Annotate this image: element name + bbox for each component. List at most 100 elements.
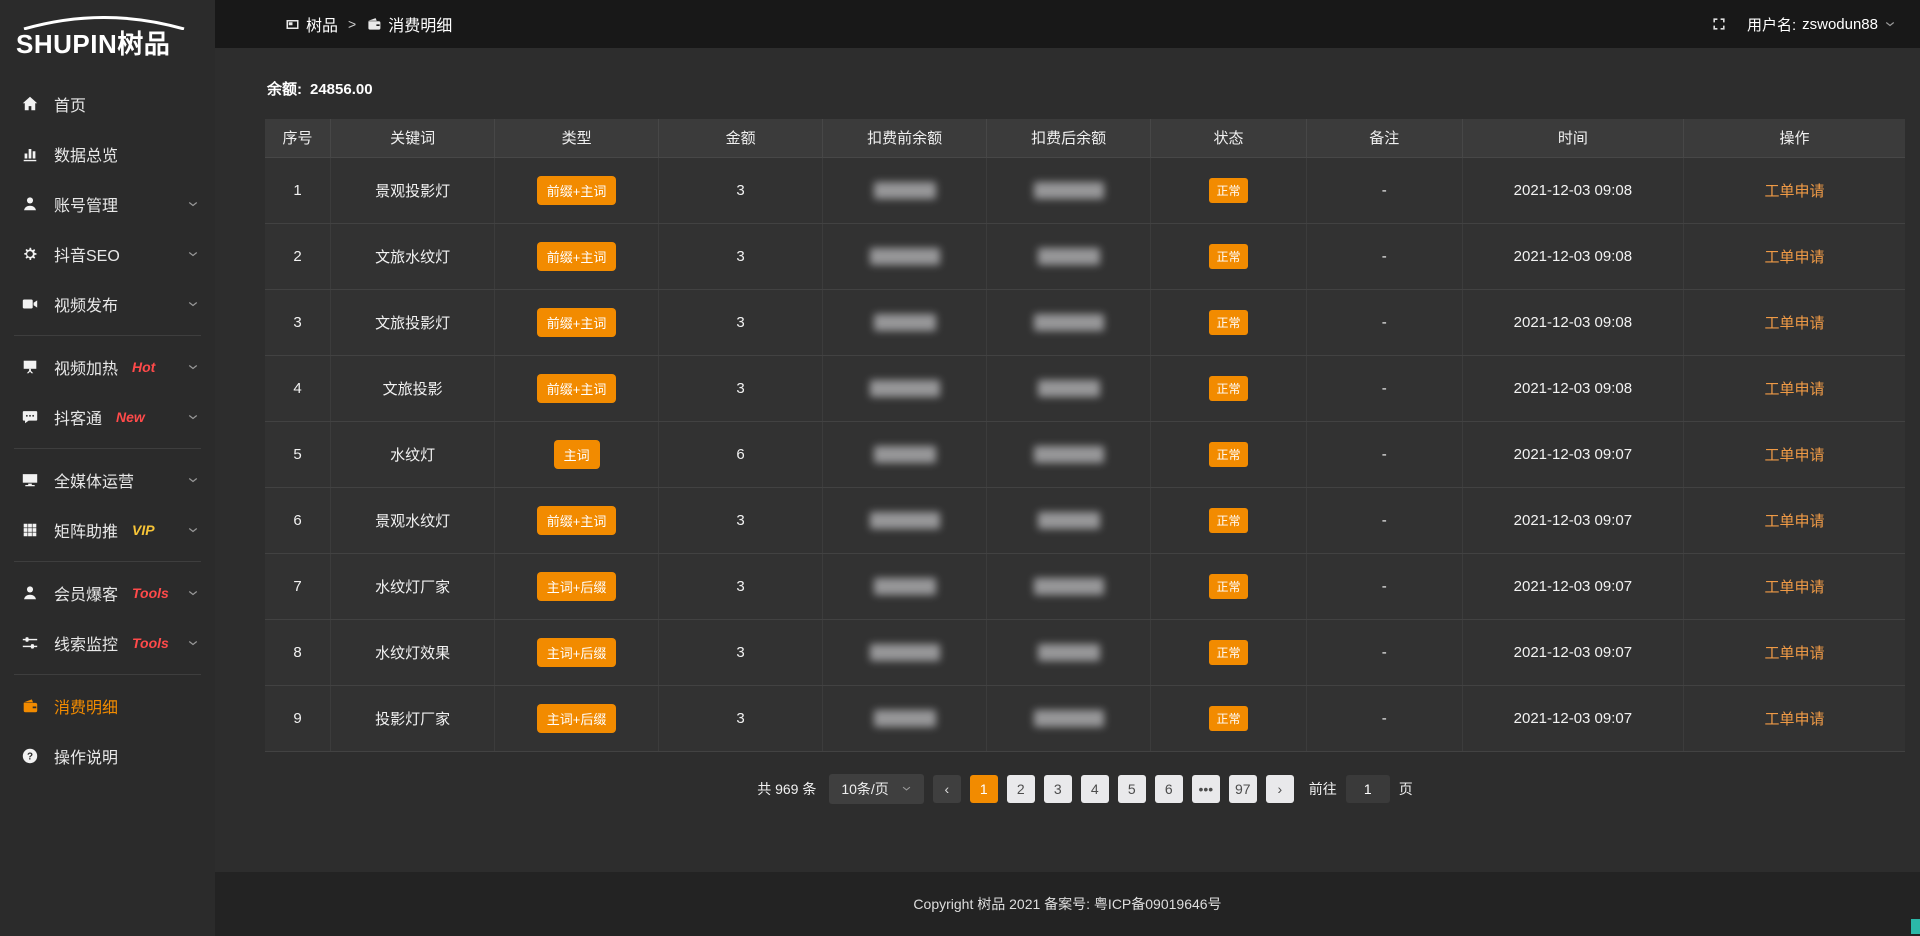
masked-balance-after — [1038, 644, 1100, 661]
cell-amount: 6 — [659, 421, 823, 487]
table-row: 5水纹灯主词6正常-2021-12-03 09:07工单申请 — [265, 421, 1905, 487]
work-order-link[interactable]: 工单申请 — [1765, 711, 1825, 728]
sidebar-item-抖客通[interactable]: 抖客通New — [0, 392, 215, 442]
work-order-link[interactable]: 工单申请 — [1765, 381, 1825, 398]
status-badge: 正常 — [1209, 442, 1247, 467]
sidebar-item-label: 消费明细 — [54, 694, 118, 718]
cell-type: 主词+后缀 — [495, 619, 659, 685]
cell-status: 正常 — [1151, 487, 1307, 553]
page-button-4[interactable]: 4 — [1081, 775, 1109, 803]
column-header-类型: 类型 — [495, 119, 659, 157]
sidebar-item-全媒体运营[interactable]: 全媒体运营 — [0, 455, 215, 505]
footer: Copyright 树品 2021 备案号: 粤ICP备09019646号 — [215, 872, 1920, 936]
cell-amount: 3 — [659, 553, 823, 619]
table-header-row: 序号关键词类型金额扣费前余额扣费后余额状态备注时间操作 — [265, 119, 1905, 157]
copyright-text: Copyright 树品 2021 备案号: 粤ICP备09019646号 — [913, 894, 1221, 914]
cell-status: 正常 — [1151, 355, 1307, 421]
monitor-icon — [20, 470, 40, 490]
cell-keyword: 文旅投影 — [331, 355, 495, 421]
cell-status: 正常 — [1151, 421, 1307, 487]
goto-page-input[interactable]: 1 — [1346, 775, 1390, 803]
page-button-5[interactable]: 5 — [1118, 775, 1146, 803]
type-badge: 前缀+主词 — [537, 176, 617, 205]
cell-time: 2021-12-03 09:08 — [1462, 157, 1683, 223]
sidebar-item-账号管理[interactable]: 账号管理 — [0, 179, 215, 229]
chevron-down-icon — [187, 248, 199, 260]
masked-balance-before — [874, 314, 936, 331]
column-header-时间: 时间 — [1462, 119, 1683, 157]
goto-label: 前往 — [1309, 779, 1337, 799]
gear-icon — [20, 244, 40, 264]
page-button-3[interactable]: 3 — [1044, 775, 1072, 803]
cell-amount: 3 — [659, 355, 823, 421]
cell-keyword: 水纹灯 — [331, 421, 495, 487]
sidebar-item-会员爆客[interactable]: 会员爆客Tools — [0, 568, 215, 618]
cell-balance-before — [823, 157, 987, 223]
work-order-link[interactable]: 工单申请 — [1765, 447, 1825, 464]
column-header-操作: 操作 — [1684, 119, 1905, 157]
type-badge: 主词 — [554, 440, 600, 469]
home-icon — [20, 94, 40, 114]
masked-balance-after — [1034, 314, 1104, 331]
breadcrumb-item-home[interactable]: 树品 — [285, 12, 338, 36]
user-icon — [20, 583, 40, 603]
sidebar-item-视频加热[interactable]: 视频加热Hot — [0, 342, 215, 392]
sidebar-item-消费明细[interactable]: 消费明细 — [0, 681, 215, 731]
cell-balance-after — [987, 487, 1151, 553]
cell-type: 前缀+主词 — [495, 487, 659, 553]
masked-balance-after — [1038, 512, 1100, 529]
cell-balance-after — [987, 355, 1151, 421]
user-menu[interactable]: 用户名: zswodun88 — [1747, 14, 1896, 35]
status-badge: 正常 — [1209, 706, 1247, 731]
work-order-link[interactable]: 工单申请 — [1765, 579, 1825, 596]
cell-keyword: 景观水纹灯 — [331, 487, 495, 553]
fullscreen-icon[interactable] — [1711, 16, 1727, 32]
logo: SHUPIN树品 — [0, 8, 215, 69]
sidebar-item-矩阵助推[interactable]: 矩阵助推VIP — [0, 505, 215, 555]
page-button-2[interactable]: 2 — [1007, 775, 1035, 803]
cell-status: 正常 — [1151, 553, 1307, 619]
page-button-97[interactable]: 97 — [1229, 775, 1257, 803]
sidebar-item-视频发布[interactable]: 视频发布 — [0, 279, 215, 329]
sidebar-item-线索监控[interactable]: 线索监控Tools — [0, 618, 215, 668]
goto-page: 前往 1 页 — [1309, 775, 1413, 803]
work-order-link[interactable]: 工单申请 — [1765, 249, 1825, 266]
sidebar-item-数据总览[interactable]: 数据总览 — [0, 129, 215, 179]
cell-status: 正常 — [1151, 685, 1307, 751]
work-order-link[interactable]: 工单申请 — [1765, 645, 1825, 662]
breadcrumb-item-current[interactable]: 消费明细 — [366, 12, 452, 36]
column-header-状态: 状态 — [1151, 119, 1307, 157]
page-button-6[interactable]: 6 — [1155, 775, 1183, 803]
cell-no: 8 — [265, 619, 331, 685]
chart-icon — [20, 144, 40, 164]
cell-status: 正常 — [1151, 223, 1307, 289]
prev-page-button[interactable]: ‹ — [933, 775, 961, 803]
cell-keyword: 水纹灯效果 — [331, 619, 495, 685]
sidebar-item-label: 矩阵助推 — [54, 518, 118, 542]
cell-action: 工单申请 — [1684, 685, 1905, 751]
app-root: SHUPIN树品 首页数据总览账号管理抖音SEO视频发布视频加热Hot抖客通Ne… — [0, 0, 1920, 936]
cell-status: 正常 — [1151, 157, 1307, 223]
work-order-link[interactable]: 工单申请 — [1765, 183, 1825, 200]
work-order-link[interactable]: 工单申请 — [1765, 315, 1825, 332]
cell-type: 主词+后缀 — [495, 685, 659, 751]
sidebar-item-抖音SEO[interactable]: 抖音SEO — [0, 229, 215, 279]
next-page-button[interactable]: › — [1266, 775, 1294, 803]
page-button-1[interactable]: 1 — [970, 775, 998, 803]
sidebar-item-操作说明[interactable]: ?操作说明 — [0, 731, 215, 781]
cell-no: 4 — [265, 355, 331, 421]
page-size-select[interactable]: 10条/页 — [829, 774, 923, 804]
more-pages-button[interactable]: ••• — [1192, 775, 1220, 803]
user-label: 用户名: — [1747, 14, 1796, 35]
work-order-link[interactable]: 工单申请 — [1765, 513, 1825, 530]
sidebar-item-label: 账号管理 — [54, 192, 118, 216]
type-badge: 主词+后缀 — [537, 572, 617, 601]
masked-balance-after — [1038, 380, 1100, 397]
status-badge: 正常 — [1209, 640, 1247, 665]
sidebar-item-首页[interactable]: 首页 — [0, 79, 215, 129]
masked-balance-after — [1034, 446, 1104, 463]
cell-balance-after — [987, 685, 1151, 751]
status-badge: 正常 — [1209, 178, 1247, 203]
balance-value: 24856.00 — [310, 81, 373, 98]
cell-time: 2021-12-03 09:08 — [1462, 355, 1683, 421]
